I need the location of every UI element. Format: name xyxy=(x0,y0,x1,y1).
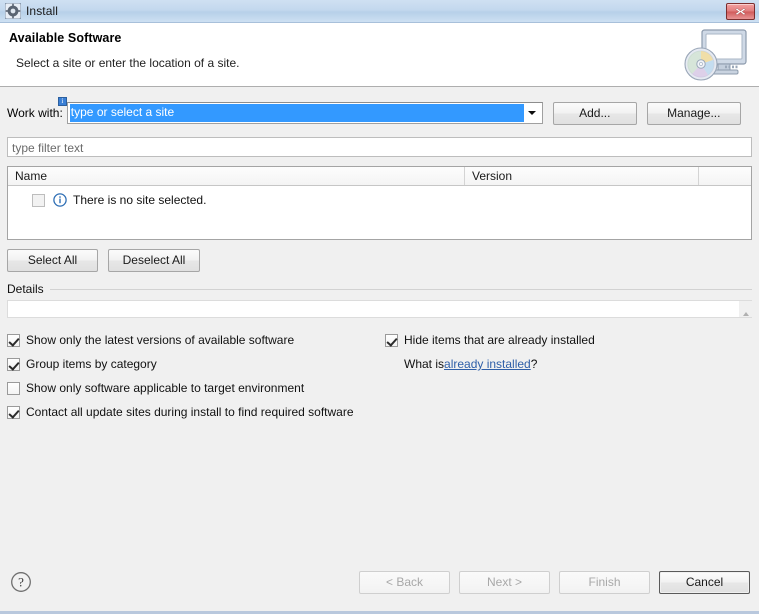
options-right-column: Hide items that are already installed Wh… xyxy=(385,328,750,376)
info-decoration-icon: i xyxy=(57,97,67,106)
wizard-header: Available Software Select a site or ente… xyxy=(0,23,759,87)
column-header-version[interactable]: Version xyxy=(465,167,699,185)
options-left-column: Show only the latest versions of availab… xyxy=(7,328,377,424)
table-body: There is no site selected. xyxy=(8,186,751,239)
options-area: Show only the latest versions of availab… xyxy=(7,328,752,424)
column-header-name[interactable]: Name xyxy=(8,167,465,185)
dialog-body: Work with: i type or select a site Add..… xyxy=(0,87,759,559)
work-with-combo[interactable]: type or select a site xyxy=(66,102,543,124)
work-with-label-text: Work with: xyxy=(7,106,63,120)
cancel-button[interactable]: Cancel xyxy=(659,570,750,594)
what-is-suffix: ? xyxy=(530,357,538,371)
column-header-extra[interactable] xyxy=(699,167,751,185)
checkbox-show-latest-versions[interactable] xyxy=(7,333,20,347)
option-show-latest-versions[interactable]: Show only the latest versions of availab… xyxy=(7,328,377,352)
option-group-by-category[interactable]: Group items by category xyxy=(7,352,377,376)
what-is-already-installed: What is already installed ? xyxy=(385,352,750,376)
filter-input[interactable]: type filter text xyxy=(7,137,752,157)
close-button[interactable] xyxy=(726,2,755,20)
work-with-row: Work with: i type or select a site Add..… xyxy=(7,97,752,125)
details-header: Details xyxy=(7,281,752,297)
chevron-down-icon[interactable] xyxy=(524,103,541,123)
details-label: Details xyxy=(7,282,44,296)
dialog-footer: ? < Back Next > Finish Cancel xyxy=(0,559,759,611)
details-content xyxy=(8,301,739,317)
checkbox-group-by-category[interactable] xyxy=(7,357,20,371)
title-bar: Install xyxy=(0,0,759,23)
install-gear-icon xyxy=(5,3,21,19)
page-title: Available Software xyxy=(9,31,122,45)
manage-sites-button[interactable]: Manage... xyxy=(646,101,741,125)
close-icon xyxy=(735,7,746,15)
next-button[interactable]: Next > xyxy=(459,570,550,594)
window-title: Install xyxy=(26,4,59,18)
deselect-all-button[interactable]: Deselect All xyxy=(108,249,200,272)
option-contact-update-sites[interactable]: Contact all update sites during install … xyxy=(7,400,377,424)
finish-button[interactable]: Finish xyxy=(559,570,650,594)
already-installed-link[interactable]: already installed xyxy=(444,357,531,371)
option-label: Show only software applicable to target … xyxy=(26,381,305,395)
option-label: Show only the latest versions of availab… xyxy=(26,333,295,347)
install-dialog: Install Available Software Select a site… xyxy=(0,0,759,614)
select-all-button[interactable]: Select All xyxy=(7,249,98,272)
what-is-prefix: What is xyxy=(404,357,445,371)
details-separator xyxy=(49,289,752,290)
option-label: Hide items that are already installed xyxy=(404,333,595,347)
svg-text:?: ? xyxy=(18,575,24,590)
option-label: Contact all update sites during install … xyxy=(26,405,354,419)
add-site-button[interactable]: Add... xyxy=(552,101,637,125)
table-row[interactable]: There is no site selected. xyxy=(8,191,751,209)
option-applicable-to-target[interactable]: Show only software applicable to target … xyxy=(7,376,377,400)
table-row-name: There is no site selected. xyxy=(73,193,207,207)
option-label: Group items by category xyxy=(26,357,157,371)
info-icon xyxy=(53,193,67,207)
table-header-row: Name Version xyxy=(8,167,751,186)
wizard-buttons: < Back Next > Finish Cancel xyxy=(359,570,750,594)
row-checkbox xyxy=(32,193,45,207)
details-box xyxy=(7,300,752,318)
work-with-label: Work with: i xyxy=(7,97,67,120)
page-subtitle: Select a site or enter the location of a… xyxy=(16,56,240,70)
work-with-input[interactable]: type or select a site xyxy=(69,104,524,122)
available-software-table: Name Version There is no site selected. xyxy=(7,166,752,240)
help-question-icon[interactable]: ? xyxy=(9,570,33,594)
checkbox-contact-update-sites[interactable] xyxy=(7,405,20,419)
option-hide-installed[interactable]: Hide items that are already installed xyxy=(385,328,750,352)
checkbox-applicable-to-target[interactable] xyxy=(7,381,20,395)
monitor-with-disc-icon xyxy=(682,28,750,83)
checkbox-hide-installed[interactable] xyxy=(385,333,398,347)
scroll-up-arrow-icon[interactable] xyxy=(739,301,752,317)
details-group: Details xyxy=(7,281,752,318)
back-button[interactable]: < Back xyxy=(359,570,450,594)
selection-buttons: Select All Deselect All xyxy=(7,249,752,272)
